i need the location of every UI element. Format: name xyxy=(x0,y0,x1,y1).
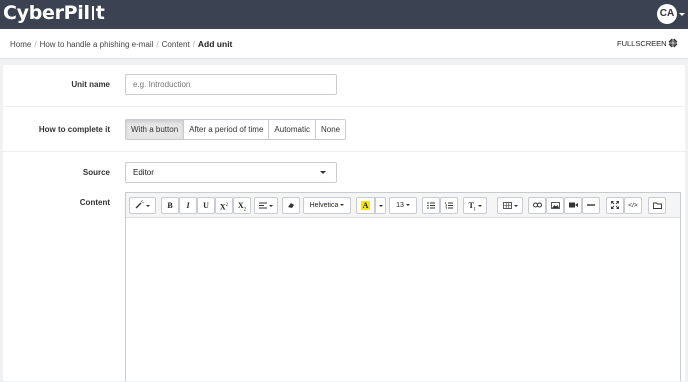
bold-button[interactable]: B xyxy=(161,197,179,214)
content-editor: B I U X2 X2 Helvetica A 13 TI </> xyxy=(125,192,681,381)
fullscreen-icon[interactable] xyxy=(668,38,678,48)
underline-button[interactable]: U xyxy=(197,197,215,214)
magic-style-button[interactable] xyxy=(129,197,156,214)
image-icon xyxy=(550,202,560,209)
source-label: Source xyxy=(82,168,110,177)
row-divider xyxy=(3,151,685,152)
ordered-list-button[interactable] xyxy=(440,197,458,214)
code-view-button[interactable]: </> xyxy=(624,197,642,214)
breadcrumb-current: Add unit xyxy=(197,39,233,49)
option-after-period[interactable]: After a period of time xyxy=(184,120,270,139)
italic-button[interactable]: I xyxy=(179,197,197,214)
clear-format-button[interactable] xyxy=(282,197,300,214)
minus-icon xyxy=(587,204,595,206)
chevron-down-icon xyxy=(320,171,326,174)
option-automatic[interactable]: Automatic xyxy=(269,120,316,139)
how-to-complete-label: How to complete it xyxy=(38,125,110,134)
user-avatar[interactable]: CA xyxy=(657,4,677,24)
numbered-list-icon xyxy=(445,202,453,209)
insert-video-button[interactable] xyxy=(564,197,582,214)
table-dropdown[interactable] xyxy=(497,197,523,214)
editor-fullscreen-button[interactable] xyxy=(606,197,624,214)
completion-method-group: With a button After a period of time Aut… xyxy=(125,119,347,140)
paragraph-align-button[interactable] xyxy=(254,197,278,214)
cyberpilot-logo[interactable]: CyberPil t xyxy=(3,2,105,24)
insert-link-button[interactable] xyxy=(528,197,546,214)
table-icon xyxy=(502,202,512,209)
insert-image-button[interactable] xyxy=(546,197,564,214)
align-left-icon xyxy=(259,202,267,209)
source-value: Editor xyxy=(133,168,154,177)
link-icon xyxy=(532,202,542,208)
unordered-list-button[interactable] xyxy=(422,197,440,214)
font-size-dropdown[interactable]: 13 xyxy=(389,197,417,214)
file-browser-button[interactable] xyxy=(648,197,666,214)
text-color-dropdown[interactable] xyxy=(375,197,386,214)
folder-icon xyxy=(652,202,662,209)
superscript-button[interactable]: X2 xyxy=(215,197,233,214)
bullet-list-icon xyxy=(427,202,435,209)
eraser-icon xyxy=(288,203,294,208)
top-navbar: CyberPil t CA xyxy=(0,0,688,29)
content-label: Content xyxy=(79,198,110,207)
option-with-a-button[interactable]: With a button xyxy=(126,120,185,139)
font-family-dropdown[interactable]: Helvetica xyxy=(303,197,351,214)
subscript-button[interactable]: X2 xyxy=(233,197,251,214)
unit-name-label: Unit name xyxy=(71,80,110,89)
option-none[interactable]: None xyxy=(315,120,346,139)
unit-name-input[interactable] xyxy=(125,74,337,95)
editor-toolbar: B I U X2 X2 Helvetica A 13 TI </> xyxy=(126,193,680,218)
breadcrumb-bar: Home / How to handle a phishing e-mail / Con… xyxy=(0,29,688,59)
text-color-button[interactable]: A xyxy=(356,197,375,214)
magic-wand-icon xyxy=(135,199,144,209)
breadcrumb-content[interactable]: Content xyxy=(162,40,190,49)
editor-content-area[interactable] xyxy=(126,218,680,382)
row-divider xyxy=(3,106,685,107)
horizontal-rule-button[interactable] xyxy=(582,197,600,214)
text-style-dropdown[interactable]: TI xyxy=(463,197,487,214)
breadcrumb-course[interactable]: How to handle a phishing e-mail xyxy=(40,40,154,49)
breadcrumb: Home / How to handle a phishing e-mail / Con… xyxy=(10,39,233,49)
avatar-caret-icon[interactable] xyxy=(679,13,685,16)
expand-icon xyxy=(611,201,619,209)
fullscreen-button[interactable]: FULLSCREEN xyxy=(617,39,667,48)
video-icon xyxy=(568,202,578,208)
breadcrumb-home[interactable]: Home xyxy=(10,40,31,49)
source-select[interactable]: Editor xyxy=(125,162,337,183)
